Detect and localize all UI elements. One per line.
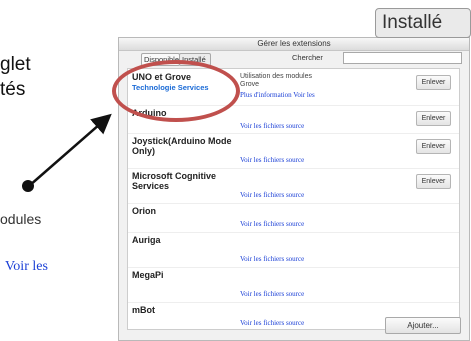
extension-links[interactable]: Voir les fichiers source bbox=[240, 122, 304, 130]
extension-row: Orion Voir les fichiers source bbox=[128, 203, 459, 233]
arrow-origin-dot bbox=[22, 180, 34, 192]
extension-links[interactable]: Voir les fichiers source bbox=[240, 319, 304, 327]
extension-name: Orion bbox=[132, 206, 156, 216]
extension-links[interactable]: Voir les fichiers source bbox=[240, 191, 304, 199]
annotation-text-line-2: tés bbox=[0, 79, 26, 100]
search-label: Chercher bbox=[292, 53, 323, 62]
remove-button[interactable]: Enlever bbox=[416, 111, 451, 126]
extension-name: Microsoft Cognitive Services bbox=[132, 171, 217, 191]
extension-links[interactable]: Plus d'information Voir les bbox=[240, 91, 315, 99]
extension-links[interactable]: Voir les fichiers source bbox=[240, 255, 304, 263]
highlight-ellipse bbox=[112, 60, 240, 122]
remove-button[interactable]: Enlever bbox=[416, 174, 451, 189]
annotation-text-line-4: Voir les bbox=[5, 259, 48, 274]
extension-name: MegaPi bbox=[132, 270, 164, 280]
installed-tab-zoom: Installé bbox=[375, 8, 471, 38]
extension-name: Auriga bbox=[132, 235, 161, 245]
add-button[interactable]: Ajouter... bbox=[385, 317, 461, 334]
extension-links[interactable]: Voir les fichiers source bbox=[240, 156, 304, 164]
remove-button[interactable]: Enlever bbox=[416, 75, 451, 90]
extension-row: Joystick(Arduino Mode Only) Voir les fich… bbox=[128, 133, 459, 169]
arrow-line bbox=[28, 113, 112, 187]
extension-row: MegaPi Voir les fichiers source bbox=[128, 267, 459, 303]
extension-name: mBot bbox=[132, 305, 155, 315]
extension-row: Microsoft Cognitive Services Voir les fic… bbox=[128, 168, 459, 204]
extension-description: Utilisation des modules Grove bbox=[240, 73, 312, 88]
search-input[interactable] bbox=[343, 52, 462, 64]
dialog-title: Gérer les extensions bbox=[119, 38, 469, 51]
remove-button[interactable]: Enlever bbox=[416, 139, 451, 154]
extension-row: Auriga Voir les fichiers source bbox=[128, 232, 459, 268]
annotation-text-line-1: glet bbox=[0, 54, 31, 75]
extension-name: Joystick(Arduino Mode Only) bbox=[132, 136, 232, 156]
extension-links[interactable]: Voir les fichiers source bbox=[240, 290, 304, 298]
annotation-text-line-3: odules bbox=[0, 211, 42, 227]
extension-links[interactable]: Voir les fichiers source bbox=[240, 220, 304, 228]
